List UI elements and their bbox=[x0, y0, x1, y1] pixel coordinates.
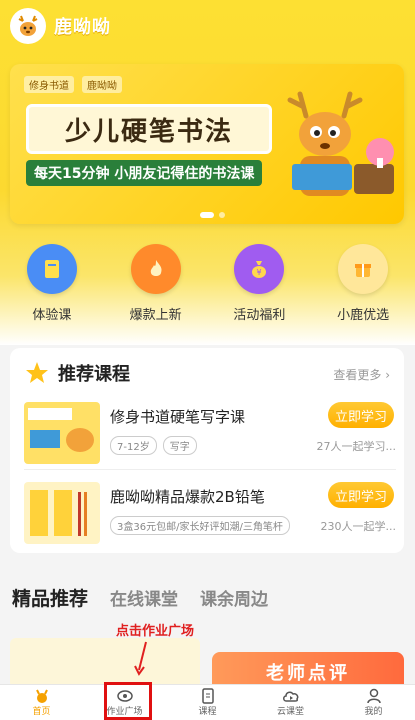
learner-count: 27人一起学习... bbox=[316, 440, 397, 453]
recommended-title: 推荐课程 bbox=[58, 364, 130, 385]
annotation-highlight-box bbox=[104, 682, 152, 720]
banner-brand-1: 修身书道 bbox=[24, 76, 74, 93]
divider bbox=[24, 469, 396, 470]
quick-item-benefits[interactable]: ¥ 活动福利 bbox=[214, 244, 304, 323]
chevron-right-icon: › bbox=[385, 368, 390, 382]
tab-home[interactable]: 首页 bbox=[0, 685, 83, 720]
view-more-label: 查看更多 bbox=[333, 368, 382, 382]
moneybag-icon: ¥ bbox=[234, 244, 285, 294]
annotation-text: 点击作业广场 bbox=[116, 624, 195, 639]
course-item[interactable]: 修身书道硬笔写字课 7-12岁 写字 立即学习 27人一起学习... bbox=[24, 402, 396, 468]
home-deer-icon bbox=[35, 689, 48, 703]
person-icon bbox=[366, 688, 381, 704]
recommended-card: 推荐课程 查看更多 › 修身书道硬笔写字课 7-12岁 写字 立即学习 27人一… bbox=[10, 348, 404, 553]
tab-label: 我的 bbox=[364, 707, 383, 717]
quick-actions: 体验课 爆款上新 ¥ 活动福利 小鹿优选 bbox=[0, 244, 415, 323]
flame-icon bbox=[130, 244, 181, 294]
deer-reading-illustration bbox=[287, 91, 394, 196]
view-more-link[interactable]: 查看更多 › bbox=[333, 366, 390, 383]
course-thumbnail bbox=[24, 402, 100, 464]
course-tag: 7-12岁 bbox=[110, 436, 157, 455]
banner-brands: 修身书道 鹿呦呦 bbox=[24, 76, 122, 93]
course-item[interactable]: 鹿呦呦精品爆款2B铅笔 3盒36元包邮/家长好评如潮/三角笔杆 立即学习 230… bbox=[24, 482, 396, 548]
learner-count: 230人一起学... bbox=[320, 520, 397, 533]
tab-cloud-class[interactable]: 云课堂 bbox=[249, 685, 332, 720]
tab-label: 云课堂 bbox=[276, 707, 304, 717]
banner-carousel[interactable]: 修身书道 鹿呦呦 少儿硬笔书法 每天15分钟 小朋友记得住的书法课 bbox=[10, 64, 404, 224]
banner-title: 少儿硬笔书法 bbox=[26, 104, 272, 154]
tab-online-class[interactable]: 在线课堂 bbox=[110, 585, 178, 610]
deer-logo-icon bbox=[10, 8, 46, 44]
course-tag: 写字 bbox=[162, 436, 197, 455]
quick-label: 体验课 bbox=[32, 308, 72, 323]
banner-brand-2: 鹿呦呦 bbox=[82, 76, 122, 93]
book-icon bbox=[26, 244, 77, 294]
svg-text:¥: ¥ bbox=[257, 268, 262, 277]
tab-merch[interactable]: 课余周边 bbox=[200, 585, 268, 610]
app-logo: 鹿呦呦 bbox=[10, 8, 111, 44]
tab-featured[interactable]: 精品推荐 bbox=[12, 584, 88, 611]
quick-label: 爆款上新 bbox=[129, 308, 182, 323]
quick-item-new[interactable]: 爆款上新 bbox=[111, 244, 201, 323]
tab-label: 首页 bbox=[32, 707, 51, 717]
start-learning-button[interactable]: 立即学习 bbox=[328, 482, 394, 508]
section-tabs: 精品推荐 在线课堂 课余周边 bbox=[12, 584, 268, 611]
document-icon bbox=[201, 688, 214, 704]
bottom-tab-bar: 首页 作业广场 课程 云课堂 我的 bbox=[0, 684, 415, 720]
gift-icon bbox=[338, 244, 389, 294]
star-icon bbox=[26, 362, 48, 383]
course-tags: 7-12岁 写字 bbox=[110, 436, 197, 455]
course-tags: 3盒36元包邮/家长好评如潮/三角笔杆 bbox=[110, 516, 290, 535]
quick-item-trial[interactable]: 体验课 bbox=[7, 244, 97, 323]
promo-card-left[interactable] bbox=[10, 638, 200, 688]
annotation-arrow-icon bbox=[134, 641, 147, 676]
course-tag: 3盒36元包邮/家长好评如潮/三角笔杆 bbox=[110, 516, 290, 535]
cloud-play-icon bbox=[282, 691, 298, 702]
tab-courses[interactable]: 课程 bbox=[166, 685, 249, 720]
start-learning-button[interactable]: 立即学习 bbox=[328, 402, 394, 428]
tab-label: 课程 bbox=[198, 707, 217, 717]
tab-mine[interactable]: 我的 bbox=[332, 685, 415, 720]
banner-subtitle: 每天15分钟 小朋友记得住的书法课 bbox=[26, 160, 263, 186]
promo-right-label: 老师点评 bbox=[266, 663, 350, 684]
recommended-header: 推荐课程 bbox=[24, 360, 130, 386]
course-title: 鹿呦呦精品爆款2B铅笔 bbox=[110, 488, 265, 506]
app-name: 鹿呦呦 bbox=[54, 17, 111, 38]
quick-label: 活动福利 bbox=[233, 308, 286, 323]
quick-item-select[interactable]: 小鹿优选 bbox=[318, 244, 408, 323]
course-thumbnail bbox=[24, 482, 100, 544]
quick-label: 小鹿优选 bbox=[337, 308, 390, 323]
carousel-dots bbox=[200, 212, 225, 218]
course-title: 修身书道硬笔写字课 bbox=[110, 408, 246, 426]
